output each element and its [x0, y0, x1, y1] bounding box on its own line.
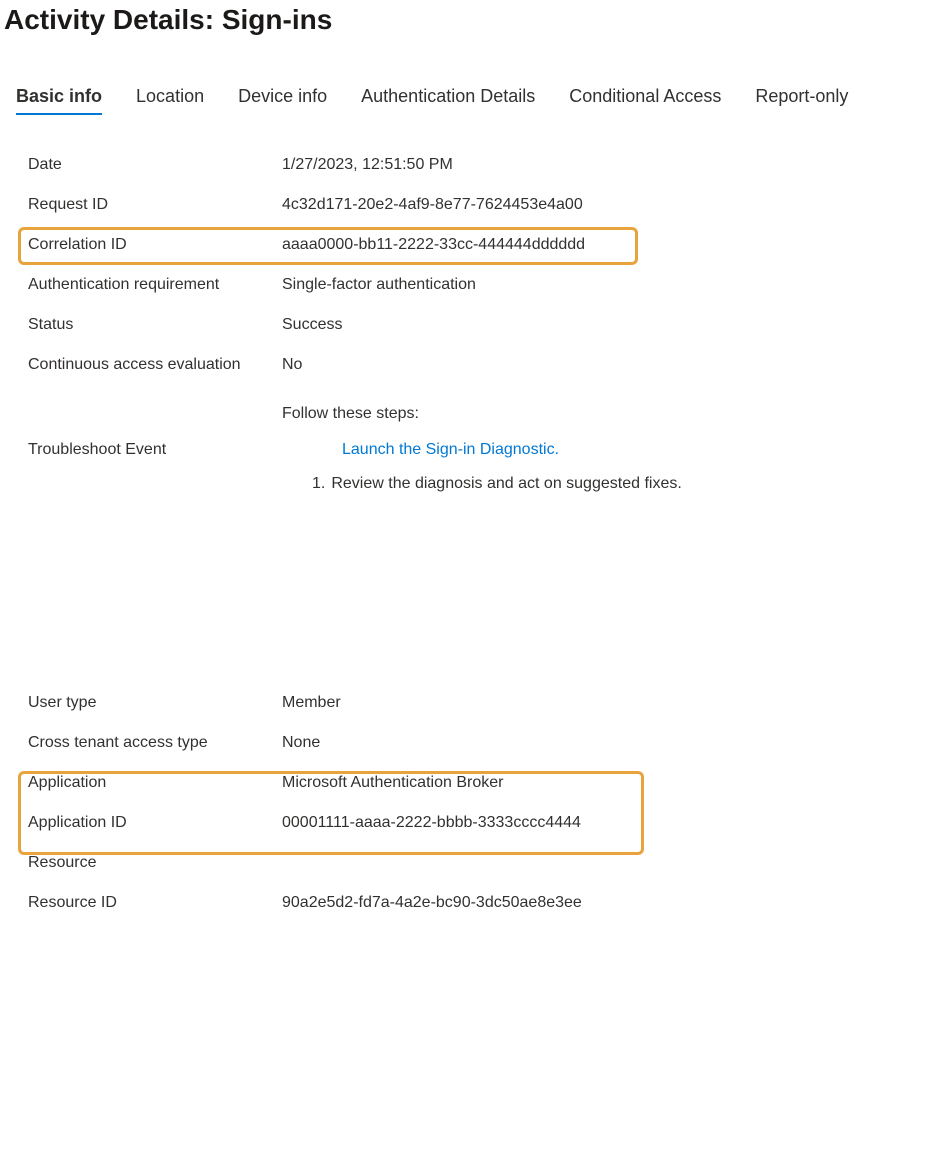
- value-application: Microsoft Authentication Broker: [282, 774, 503, 792]
- row-auth-requirement: Authentication requirement Single-factor…: [28, 265, 930, 305]
- row-request-id: Request ID 4c32d171-20e2-4af9-8e77-76244…: [28, 185, 930, 225]
- value-resource-id: 90a2e5d2-fd7a-4a2e-bc90-3dc50ae8e3ee: [282, 894, 582, 912]
- row-resource: Resource: [28, 843, 930, 883]
- tab-report-only[interactable]: Report-only: [755, 86, 848, 115]
- troubleshoot-intro: Follow these steps:: [282, 405, 682, 423]
- value-auth-requirement: Single-factor authentication: [282, 276, 476, 294]
- tab-device-info[interactable]: Device info: [238, 86, 327, 115]
- row-date: Date 1/27/2023, 12:51:50 PM: [28, 145, 930, 185]
- label-cross-tenant: Cross tenant access type: [28, 734, 282, 752]
- value-correlation-id: aaaa0000-bb11-2222-33cc-444444dddddd: [282, 236, 585, 254]
- label-correlation-id: Correlation ID: [28, 236, 282, 254]
- label-date: Date: [28, 156, 282, 174]
- label-resource: Resource: [28, 854, 282, 872]
- step-number: 1.: [312, 475, 325, 492]
- details-section: Date 1/27/2023, 12:51:50 PM Request ID 4…: [2, 145, 930, 923]
- row-cae: Continuous access evaluation No: [28, 345, 930, 385]
- details-section-2: User type Member Cross tenant access typ…: [28, 683, 930, 923]
- label-troubleshoot: Troubleshoot Event: [28, 405, 282, 459]
- tab-conditional-access[interactable]: Conditional Access: [569, 86, 721, 115]
- label-status: Status: [28, 316, 282, 334]
- row-application-id: Application ID 00001111-aaaa-2222-bbbb-3…: [28, 803, 930, 843]
- page-title: Activity Details: Sign-ins: [2, 4, 930, 36]
- step-text: Review the diagnosis and act on suggeste…: [331, 475, 681, 492]
- row-cross-tenant: Cross tenant access type None: [28, 723, 930, 763]
- tab-basic-info[interactable]: Basic info: [16, 86, 102, 115]
- row-user-type: User type Member: [28, 683, 930, 723]
- troubleshoot-step-1: 1. Review the diagnosis and act on sugges…: [312, 475, 682, 493]
- value-cross-tenant: None: [282, 734, 320, 752]
- value-cae: No: [282, 356, 302, 374]
- label-request-id: Request ID: [28, 196, 282, 214]
- tabs: Basic info Location Device info Authenti…: [2, 86, 930, 115]
- tab-location[interactable]: Location: [136, 86, 204, 115]
- row-application: Application Microsoft Authentication Bro…: [28, 763, 930, 803]
- label-application: Application: [28, 774, 282, 792]
- tab-authentication-details[interactable]: Authentication Details: [361, 86, 535, 115]
- row-status: Status Success: [28, 305, 930, 345]
- label-application-id: Application ID: [28, 814, 282, 832]
- label-user-type: User type: [28, 694, 282, 712]
- row-correlation-id: Correlation ID aaaa0000-bb11-2222-33cc-4…: [28, 225, 930, 265]
- row-troubleshoot: Troubleshoot Event Follow these steps: L…: [28, 385, 930, 493]
- row-resource-id: Resource ID 90a2e5d2-fd7a-4a2e-bc90-3dc5…: [28, 883, 930, 923]
- troubleshoot-content: Follow these steps: Launch the Sign-in D…: [282, 405, 682, 493]
- value-date: 1/27/2023, 12:51:50 PM: [282, 156, 453, 174]
- value-user-type: Member: [282, 694, 341, 712]
- value-status: Success: [282, 316, 342, 334]
- launch-diagnostic-link[interactable]: Launch the Sign-in Diagnostic.: [342, 441, 559, 459]
- value-application-id: 00001111-aaaa-2222-bbbb-3333cccc4444: [282, 814, 581, 832]
- label-cae: Continuous access evaluation: [28, 356, 282, 374]
- value-request-id: 4c32d171-20e2-4af9-8e77-7624453e4a00: [282, 196, 583, 214]
- label-resource-id: Resource ID: [28, 894, 282, 912]
- label-auth-requirement: Authentication requirement: [28, 276, 282, 294]
